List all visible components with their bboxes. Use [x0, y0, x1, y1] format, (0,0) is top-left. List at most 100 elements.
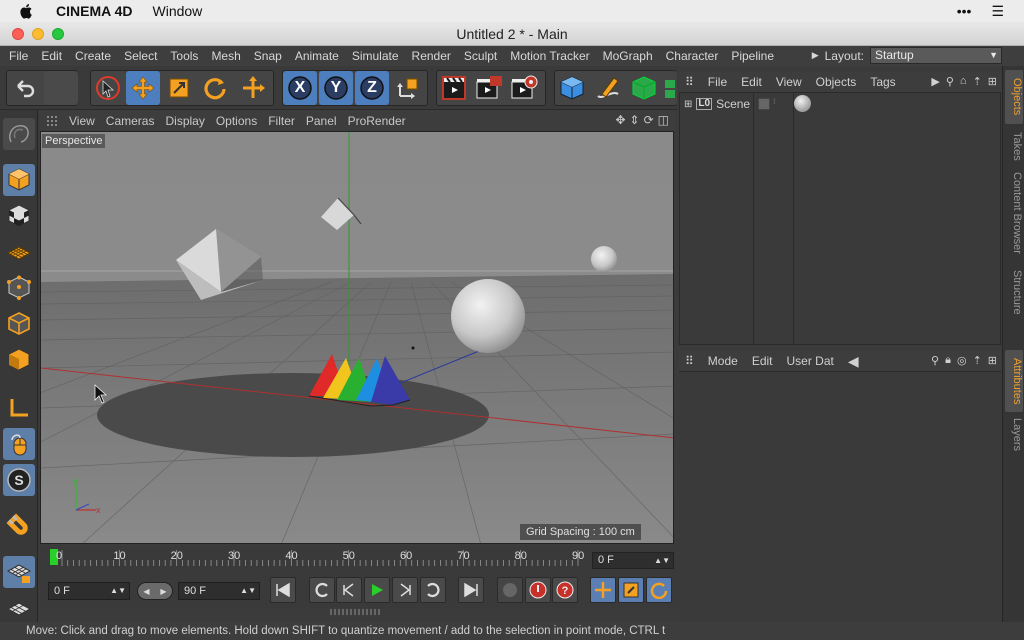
tweak-mode-button[interactable]	[3, 428, 35, 460]
timeline-ruler[interactable]	[48, 546, 588, 570]
viewport-menu-view[interactable]: View	[69, 114, 95, 128]
tab-attributes[interactable]: Attributes	[1005, 350, 1023, 412]
texture-mode-button[interactable]	[3, 200, 35, 232]
camera-label[interactable]: Perspective	[42, 134, 106, 148]
minimize-window-button[interactable]	[32, 28, 44, 40]
previous-key-button[interactable]	[309, 577, 335, 603]
start-frame-field[interactable]: 0 F ▲▼	[48, 582, 130, 600]
coordinate-system-button[interactable]	[391, 71, 425, 105]
key-position-button[interactable]	[590, 577, 616, 603]
layer-icon[interactable]	[758, 98, 770, 110]
snap-toggle-button[interactable]	[3, 510, 35, 542]
more-icon[interactable]: •••	[957, 3, 972, 20]
transform-tool-button[interactable]	[236, 71, 270, 105]
viewport-menu-cameras[interactable]: Cameras	[106, 114, 155, 128]
viewport-zoom-icon[interactable]: ⇕	[630, 113, 640, 127]
attr-menu-user-data[interactable]: User Dat	[787, 354, 834, 368]
object-menu-tags[interactable]: Tags	[870, 75, 895, 89]
render-to-picture-viewer-button[interactable]	[472, 71, 506, 105]
solo-mode-button[interactable]: S	[3, 464, 35, 496]
undo-button[interactable]	[8, 71, 42, 105]
keyframe-selection-button[interactable]: ?	[552, 577, 578, 603]
x-axis-lock-button[interactable]: X	[283, 71, 317, 105]
close-window-button[interactable]	[12, 28, 24, 40]
menu-snap[interactable]: Snap	[254, 49, 282, 63]
menu-file[interactable]: File	[9, 49, 28, 63]
viewport-menu-filter[interactable]: Filter	[268, 114, 295, 128]
redo-button[interactable]	[44, 71, 78, 105]
move-tool-button[interactable]	[126, 71, 160, 105]
polygons-mode-button[interactable]	[3, 344, 35, 376]
resize-handle[interactable]	[330, 609, 380, 615]
object-menu-file[interactable]: File	[708, 75, 727, 89]
next-frame-button[interactable]	[392, 577, 418, 603]
axis-mode-button[interactable]	[3, 392, 35, 424]
apple-icon[interactable]	[20, 3, 34, 19]
viewport-rotate-icon[interactable]: ⟳	[644, 113, 654, 127]
record-keys-button[interactable]	[497, 577, 523, 603]
go-to-end-button[interactable]	[458, 577, 484, 603]
object-menu-objects[interactable]: Objects	[816, 75, 857, 89]
range-slider[interactable]: ◀ ▶	[137, 582, 173, 600]
lock-icon[interactable]: 🔒︎	[945, 354, 951, 367]
menu-sculpt[interactable]: Sculpt	[464, 49, 497, 63]
viewport-menu-prorender[interactable]: ProRender	[348, 114, 406, 128]
mograph-cloner-button[interactable]	[663, 71, 677, 105]
up-level-icon[interactable]: ⇡	[973, 75, 982, 88]
model-mode-button[interactable]	[3, 164, 35, 196]
make-editable-button[interactable]	[3, 118, 35, 150]
viewport-menu-options[interactable]: Options	[216, 114, 257, 128]
object-manager-panel[interactable]: ⊞ L0 Scene ⁝	[679, 92, 1001, 345]
viewport-menu-display[interactable]: Display	[165, 114, 204, 128]
tab-objects[interactable]: Objects	[1005, 70, 1023, 124]
play-button[interactable]	[364, 577, 390, 603]
menu-edit[interactable]: Edit	[41, 49, 62, 63]
layout-select[interactable]: Startup ▼	[870, 47, 1002, 64]
search-icon[interactable]: ⚲	[946, 75, 954, 88]
menu-mograph[interactable]: MoGraph	[603, 49, 653, 63]
target-icon[interactable]: ◎	[957, 354, 967, 367]
key-rotation-button[interactable]	[646, 577, 672, 603]
viewport-pan-icon[interactable]: ✥	[615, 113, 625, 127]
menu-create[interactable]: Create	[75, 49, 111, 63]
object-menu-view[interactable]: View	[776, 75, 802, 89]
menu-render[interactable]: Render	[412, 49, 451, 63]
new-panel-icon[interactable]: ⊞	[988, 354, 997, 367]
tab-layers[interactable]: Layers	[1005, 414, 1023, 456]
current-frame-field[interactable]: 0 F ▲▼	[592, 552, 674, 569]
menu-tools[interactable]: Tools	[170, 49, 198, 63]
locked-workplane-button[interactable]	[3, 556, 35, 588]
render-view-button[interactable]	[437, 71, 471, 105]
menu-character[interactable]: Character	[666, 49, 719, 63]
planar-workplane-button[interactable]	[3, 592, 35, 624]
home-icon[interactable]: ⌂	[960, 75, 967, 88]
visibility-dots-icon[interactable]: ⁝	[773, 97, 776, 106]
attr-menu-edit[interactable]: Edit	[752, 354, 773, 368]
pen-tool-button[interactable]	[591, 71, 625, 105]
menu-simulate[interactable]: Simulate	[352, 49, 399, 63]
zoom-window-button[interactable]	[52, 28, 64, 40]
perspective-viewport[interactable]: y x	[40, 131, 674, 544]
previous-frame-button[interactable]	[336, 577, 362, 603]
end-frame-field[interactable]: 90 F ▲▼	[178, 582, 260, 600]
menu-select[interactable]: Select	[124, 49, 157, 63]
tab-content-browser[interactable]: Content Browser	[1005, 168, 1023, 258]
up-level-icon[interactable]: ⇡	[973, 354, 982, 367]
more-arrow-icon[interactable]: ▶	[931, 75, 939, 88]
viewport-menu-panel[interactable]: Panel	[306, 114, 337, 128]
key-scale-button[interactable]	[618, 577, 644, 603]
workplane-mode-button[interactable]	[3, 236, 35, 268]
attr-menu-mode[interactable]: Mode	[708, 354, 738, 368]
viewport-toggle-icon[interactable]: ◫	[658, 113, 669, 127]
add-cube-button[interactable]	[555, 71, 589, 105]
tab-takes[interactable]: Takes	[1005, 126, 1023, 166]
new-panel-icon[interactable]: ⊞	[988, 75, 997, 88]
material-tag-icon[interactable]	[794, 95, 811, 112]
subdivision-surface-button[interactable]	[627, 71, 661, 105]
list-icon[interactable]: ☰	[991, 3, 1004, 20]
window-menu[interactable]: Window	[153, 3, 203, 19]
menu-pipeline[interactable]: Pipeline	[731, 49, 774, 63]
expand-icon[interactable]: ⊞	[684, 99, 692, 110]
object-row-scene[interactable]: ⊞ L0 Scene	[680, 95, 750, 113]
autokey-button[interactable]	[525, 577, 551, 603]
